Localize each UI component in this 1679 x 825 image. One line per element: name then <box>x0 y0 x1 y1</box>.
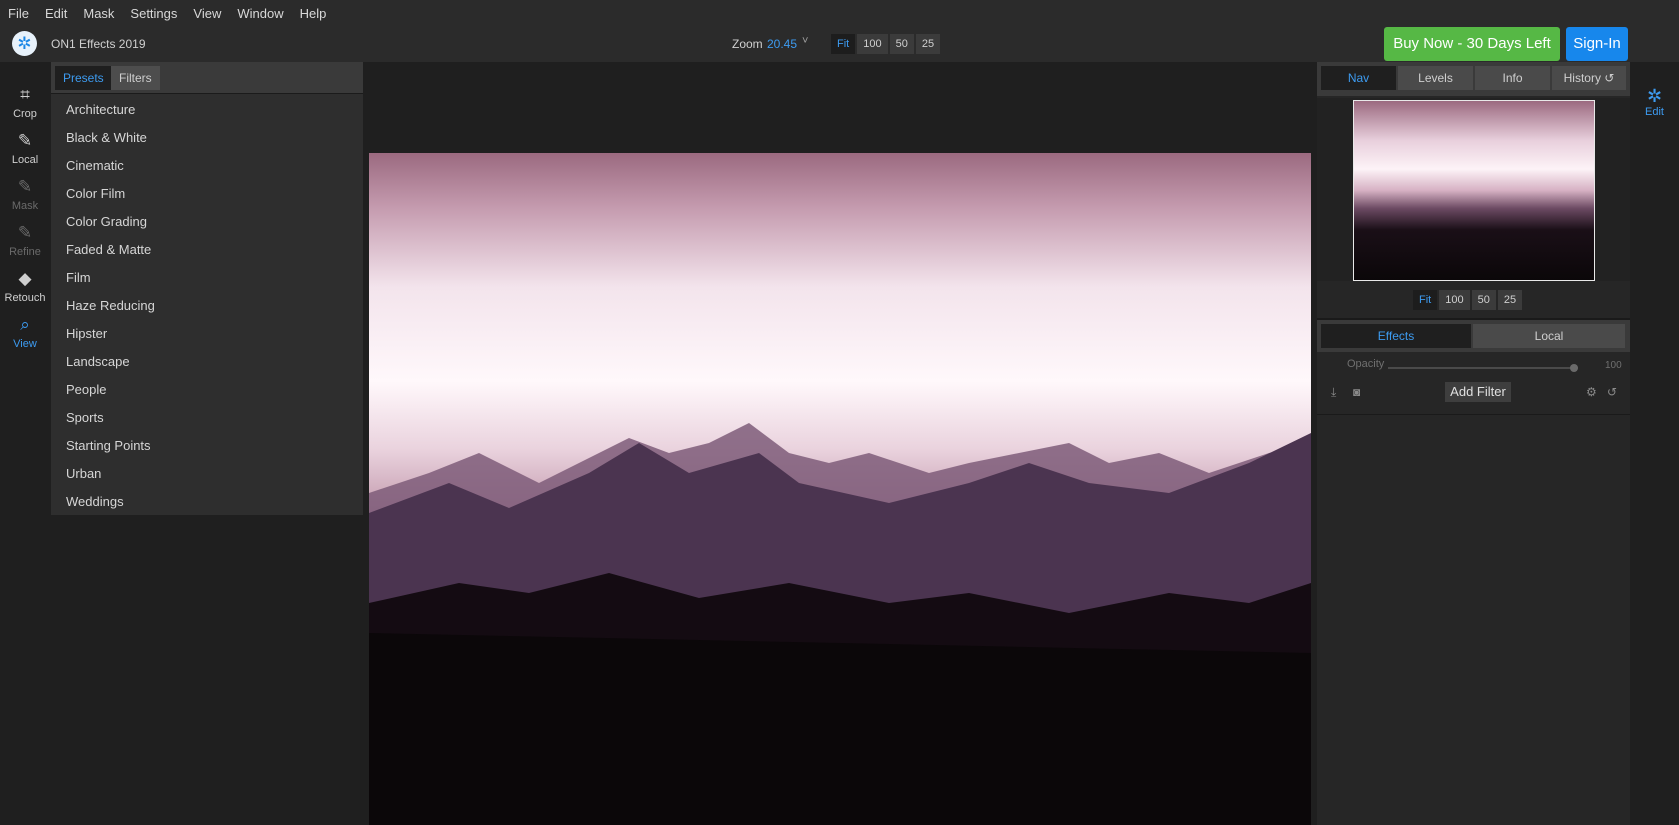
opacity-slider-handle[interactable] <box>1570 364 1578 372</box>
tab-presets[interactable]: Presets <box>55 66 112 90</box>
list-item[interactable]: Hipster <box>51 320 363 348</box>
brush-icon: ✎ <box>17 131 33 150</box>
tool-retouch[interactable]: ◆ Retouch <box>0 269 50 305</box>
zoom-presets: Fit 100 50 25 <box>831 34 942 54</box>
menu-edit[interactable]: Edit <box>45 6 67 21</box>
zoom-50-button[interactable]: 50 <box>889 34 914 54</box>
zoom-100-button[interactable]: 100 <box>857 34 888 54</box>
zoom-fit-button[interactable]: Fit <box>831 34 856 54</box>
right-panel: Nav Levels Info History ↺ Fit 100 50 25 … <box>1317 62 1630 825</box>
list-item[interactable]: Architecture <box>51 96 363 124</box>
effects-local-tabs: Effects Local <box>1317 318 1630 352</box>
panel-divider <box>1317 414 1630 415</box>
tool-label: Retouch <box>4 292 46 304</box>
refine-brush-icon: ✎ <box>17 223 33 242</box>
tool-view[interactable]: ⌕ View <box>0 315 50 351</box>
add-filter-button[interactable]: Add Filter <box>1445 382 1511 402</box>
module-strip: ✲ Edit <box>1630 62 1679 825</box>
tab-local[interactable]: Local <box>1473 324 1625 348</box>
tab-levels[interactable]: Levels <box>1398 66 1473 90</box>
list-item[interactable]: Weddings <box>51 488 363 516</box>
tool-label: View <box>13 338 37 350</box>
buy-now-button[interactable]: Buy Now - 30 Days Left <box>1384 27 1560 61</box>
opacity-value: 100 <box>1605 360 1622 371</box>
nav-tabs: Nav Levels Info History ↺ <box>1317 62 1630 96</box>
nav-zoom-50-button[interactable]: 50 <box>1471 290 1496 310</box>
tab-effects[interactable]: Effects <box>1321 324 1471 348</box>
list-item[interactable]: Cinematic <box>51 152 363 180</box>
list-item[interactable]: Color Grading <box>51 208 363 236</box>
tab-info[interactable]: Info <box>1475 66 1550 90</box>
opacity-slider[interactable] <box>1388 364 1578 372</box>
tab-history-label: History <box>1563 71 1601 85</box>
nav-zoom-fit-button[interactable]: Fit <box>1413 290 1438 310</box>
tab-filters[interactable]: Filters <box>111 66 160 90</box>
nav-zoom-100-button[interactable]: 100 <box>1439 290 1470 310</box>
tool-label: Crop <box>13 108 37 120</box>
menu-view[interactable]: View <box>193 6 221 21</box>
presets-panel: Presets Filters Architecture Black & Whi… <box>51 62 363 515</box>
settings-gear-icon[interactable]: ⚙ <box>1586 385 1597 399</box>
crop-icon: ⌗ <box>20 85 30 104</box>
tool-local[interactable]: ✎ Local <box>0 131 50 167</box>
nav-zoom-presets: Fit 100 50 25 <box>1413 290 1524 310</box>
zoom-label: Zoom <box>732 37 763 51</box>
mask-thumbnail-icon[interactable]: ◙ <box>1353 385 1360 399</box>
nav-zoom-25-button[interactable]: 25 <box>1497 290 1523 310</box>
tool-crop[interactable]: ⌗ Crop <box>0 85 50 121</box>
list-item[interactable]: Starting Points <box>51 432 363 460</box>
on1-logo-icon: ✲ <box>12 31 37 56</box>
tool-strip: ⌗ Crop ✎ Local ✎ Mask ✎ Refine ◆ Retouch… <box>0 62 50 825</box>
list-item[interactable]: Color Film <box>51 180 363 208</box>
edit-module-label: Edit <box>1645 106 1664 118</box>
zoom-hand-icon: ⌕ <box>20 315 30 334</box>
list-item[interactable]: Faded & Matte <box>51 236 363 264</box>
tab-history[interactable]: History ↺ <box>1552 66 1626 90</box>
tool-label: Mask <box>11 200 39 212</box>
mask-brush-icon: ✎ <box>17 177 33 196</box>
menu-help[interactable]: Help <box>300 6 327 21</box>
menu-file[interactable]: File <box>8 6 29 21</box>
navigator-thumbnail[interactable] <box>1353 100 1595 281</box>
mountain-landscape-image <box>369 423 1311 825</box>
undo-icon: ↺ <box>1604 71 1615 85</box>
menu-window[interactable]: Window <box>237 6 283 21</box>
menu-settings[interactable]: Settings <box>130 6 177 21</box>
menu-bar: File Edit Mask Settings View Window Help <box>0 0 1679 26</box>
photo-preview[interactable] <box>369 153 1311 825</box>
eraser-icon: ◆ <box>18 269 32 288</box>
preset-category-list: Architecture Black & White Cinematic Col… <box>51 96 363 516</box>
app-title: ON1 Effects 2019 <box>51 37 146 51</box>
tool-mask[interactable]: ✎ Mask <box>0 177 50 213</box>
zoom-25-button[interactable]: 25 <box>915 34 941 54</box>
list-item[interactable]: Film <box>51 264 363 292</box>
tab-nav[interactable]: Nav <box>1321 66 1396 90</box>
list-item[interactable]: Urban <box>51 460 363 488</box>
menu-mask[interactable]: Mask <box>83 6 114 21</box>
chevron-down-icon[interactable]: ˅ <box>802 35 808 47</box>
zoom-value[interactable]: 20.45 <box>767 37 797 51</box>
list-item[interactable]: People <box>51 376 363 404</box>
navigator <box>1317 98 1630 281</box>
import-layer-icon[interactable]: ⤓ <box>1331 385 1336 400</box>
opacity-label: Opacity <box>1347 358 1385 370</box>
list-item[interactable]: Haze Reducing <box>51 292 363 320</box>
tool-refine[interactable]: ✎ Refine <box>0 223 50 259</box>
list-item[interactable]: Sports <box>51 404 363 432</box>
edit-module-button[interactable]: ✲ Edit <box>1630 86 1679 118</box>
list-item[interactable]: Landscape <box>51 348 363 376</box>
sign-in-button[interactable]: Sign-In <box>1566 27 1628 61</box>
edit-module-icon: ✲ <box>1646 86 1663 106</box>
tool-label: Refine <box>9 246 41 258</box>
list-item[interactable]: Black & White <box>51 124 363 152</box>
reset-icon[interactable]: ↺ <box>1607 385 1617 399</box>
presets-tabs: Presets Filters <box>51 62 363 94</box>
tool-label: Local <box>11 154 39 166</box>
